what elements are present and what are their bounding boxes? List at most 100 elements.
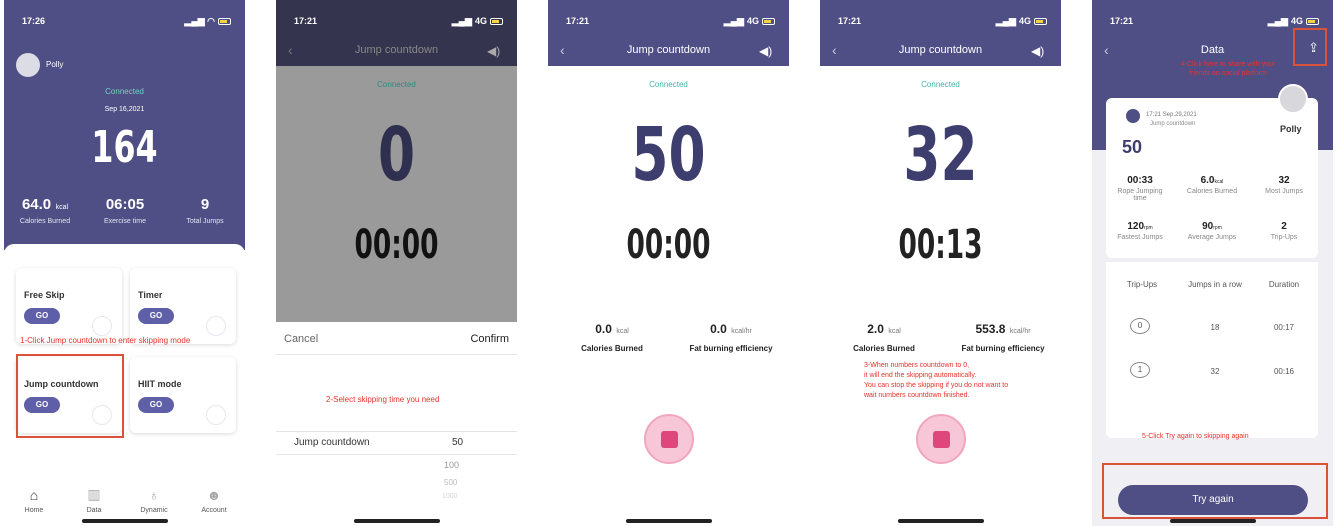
free-skip-go-button[interactable]: GO [24,308,60,324]
status-time: 17:21 [1110,16,1134,26]
stop-button[interactable] [916,414,966,464]
speaker-icon[interactable]: ◀) [759,44,775,58]
navbar [548,0,789,66]
stop-button[interactable] [644,414,694,464]
home-indicator [354,519,440,523]
try-again-button[interactable]: Try again [1118,485,1308,515]
picker-option[interactable]: 1000 [442,493,458,500]
timer-title: Timer [138,290,163,300]
connected-status: Connected [377,80,416,89]
row-duration: 00:16 [1273,367,1295,376]
record-time: 17:21 Sep.29,2021 [1146,112,1197,118]
record-mode: Jump countdown [1150,121,1196,127]
status-bar: 17:21 ▂▄▆ 4G [294,14,503,28]
tab-account[interactable]: ☻ Account [194,487,234,514]
tab-home[interactable]: ⌂ Home [14,487,54,514]
fat-burning-stat: 0.0 kcal/hr Fat burning efficiency [689,322,773,353]
free-skip-icon [92,316,112,336]
jumps-in-row: 32 [1210,367,1220,376]
calories-stat: 0.0 kcal Calories Burned [581,322,643,353]
calories-stat: 6.0kcal Calories Burned [1186,175,1238,195]
battery-icon [1306,17,1319,25]
average-jumps-stat: 90rpm Average Jumps [1187,221,1237,241]
jump-count: 0 [377,112,416,198]
session-date: Sep 16,2021 [104,106,145,113]
calories-stat: 64.0 kcal Calories Burned [19,196,71,225]
table-header: Trip-Ups [1126,280,1158,289]
user-name: Polly [46,60,64,69]
avatar[interactable] [16,53,40,77]
calories-stat: 2.0 kcal Calories Burned [853,322,915,353]
jump-count: 164 [91,122,158,173]
home-indicator [82,519,168,523]
page-title: Jump countdown [898,44,983,56]
status-bar: 17:21 ▂▄▆ 4G [566,14,775,28]
status-icons: ▂▄▆ 4G [724,16,775,27]
total-jumps-stat: 9 Total Jumps [186,196,224,225]
hiit-icon [206,405,226,425]
picker-sheet [276,322,517,526]
rope-time-stat: 00:33 Rope Jumping time [1117,175,1163,202]
medal-icon: ♁ [148,487,160,503]
timer-card[interactable]: Timer GO [130,268,236,344]
chart-icon: ▥ [87,486,101,502]
countdown-running-screen: 17:21 ▂▄▆ 4G ‹ Jump countdown ◀) Connect… [820,0,1061,526]
tab-data[interactable]: ▥ Data [74,486,114,514]
picker-option[interactable]: 100 [444,460,459,470]
status-icons: ▂▄▆ ◠ [184,16,231,27]
speaker-icon[interactable]: ◀) [1031,44,1047,58]
free-skip-title: Free Skip [24,290,65,300]
page-title: Jump countdown [626,44,711,56]
hiit-go-button[interactable]: GO [138,397,174,413]
picker-option[interactable]: 500 [444,478,457,487]
battery-icon [218,17,231,25]
elapsed-time: 00:00 [354,222,439,268]
table-header: Duration [1268,280,1300,289]
elapsed-time: 00:00 [626,222,711,268]
tab-dynamic[interactable]: ♁ Dynamic [134,487,174,514]
step1-instruction: 1-Click Jump countdown to enter skipping… [20,336,191,345]
status-icons: ▂▄▆ 4G [1268,16,1319,27]
fastest-jumps-stat: 120rpm Fastest Jumps [1117,221,1163,241]
free-skip-card[interactable]: Free Skip GO [16,268,122,344]
data-screen: 17:21 ▂▄▆ 4G ‹ Data ⇪ 4-Click here to sh… [1092,0,1333,526]
jump-count: 32 [903,112,978,198]
connected-status: Connected [105,87,144,96]
status-icons: ▂▄▆ 4G [452,16,503,27]
navbar [820,0,1061,66]
battery-icon [490,17,503,25]
jumps-in-row: 18 [1210,323,1220,332]
status-time: 17:21 [838,16,862,26]
status-time: 17:26 [22,16,46,26]
person-icon: ☻ [206,487,222,503]
picker-label: Jump countdown [294,437,370,448]
trip-badge: 1 [1130,362,1150,378]
confirm-button[interactable]: Confirm [470,333,509,345]
timer-badge-icon [1126,109,1140,123]
speaker-icon[interactable]: ◀) [487,44,503,58]
share-icon[interactable]: ⇪ [1308,40,1319,56]
user-avatar [1278,84,1308,114]
trip-badge: 0 [1130,318,1150,334]
cancel-button[interactable]: Cancel [284,333,318,345]
connected-status: Connected [649,80,688,89]
status-bar: 17:26 ▂▄▆ ◠ [22,14,231,28]
table-header: Jumps in a row [1188,280,1242,289]
connected-status: Connected [921,80,960,89]
page-title: Jump countdown [354,44,439,56]
picker-selected-value[interactable]: 50 [452,437,463,448]
sheet-divider [276,354,517,355]
home-indicator [1170,519,1256,523]
hiit-title: HIIT mode [138,379,182,389]
step4-instruction: 4-Click here to share with your friends … [1180,61,1276,77]
step3-instruction: 3-When numbers countdown to 0, it will e… [864,362,1009,399]
step2-instruction: 2-Select skipping time you need [326,395,440,404]
status-bar: 17:21 ▂▄▆ 4G [838,14,1047,28]
home-indicator [626,519,712,523]
jump-countdown-highlight [16,354,124,438]
record-count: 50 [1122,137,1143,157]
battery-icon [1034,17,1047,25]
timer-go-button[interactable]: GO [138,308,174,324]
hiit-card[interactable]: HIIT mode GO [130,357,236,433]
status-time: 17:21 [566,16,590,26]
